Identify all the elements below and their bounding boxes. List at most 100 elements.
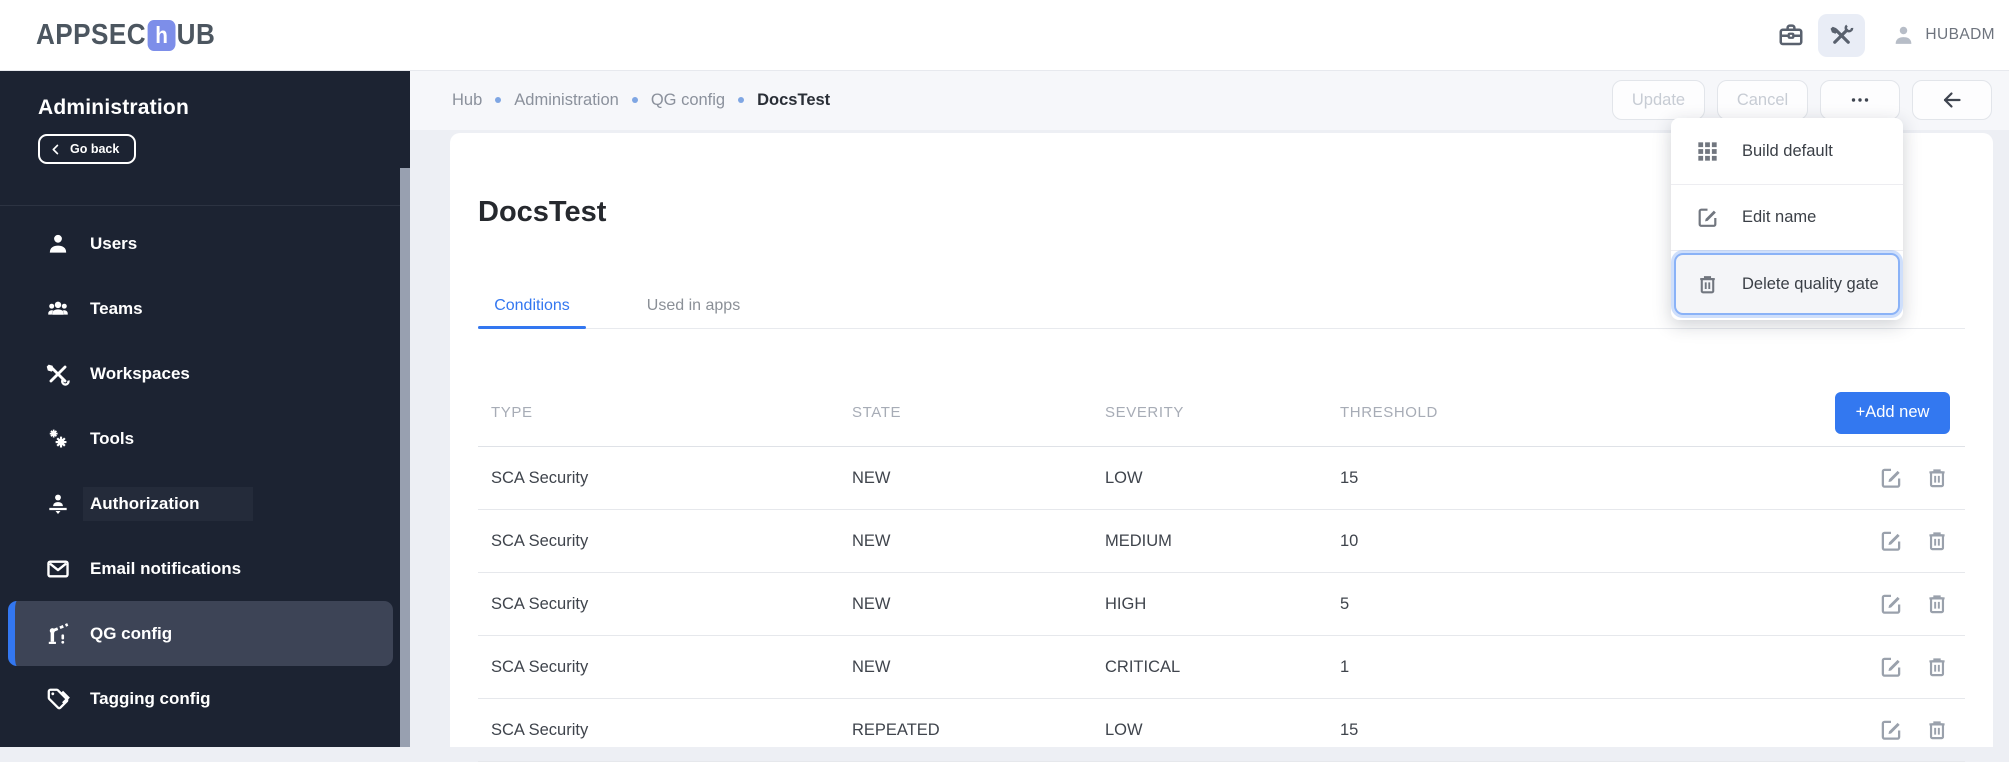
tab-used-in-apps[interactable]: Used in apps bbox=[616, 284, 771, 328]
cell-severity: LOW bbox=[1105, 720, 1143, 739]
tab-conditions[interactable]: Conditions bbox=[478, 284, 586, 329]
delete-row-button[interactable] bbox=[1924, 654, 1950, 680]
update-button[interactable]: Update bbox=[1612, 80, 1705, 120]
sidebar: Administration Go back Users Teams Workspa… bbox=[0, 70, 410, 747]
app-logo[interactable]: APPSEC h UB bbox=[36, 19, 215, 52]
sidebar-item-label: Authorization bbox=[90, 493, 246, 514]
row-actions bbox=[1820, 591, 1950, 617]
workspaces-icon bbox=[45, 361, 71, 387]
edit-row-button[interactable] bbox=[1878, 465, 1904, 491]
edit-icon bbox=[1695, 205, 1720, 230]
sidebar-item-qg-config[interactable]: QG config bbox=[8, 601, 393, 666]
add-new-button[interactable]: +Add new bbox=[1835, 391, 1950, 434]
cell-state: NEW bbox=[852, 594, 891, 613]
sidebar-item-label: Users bbox=[90, 233, 138, 253]
sidebar-item-authorization[interactable]: Authorization bbox=[0, 471, 410, 536]
delete-row-button[interactable] bbox=[1924, 465, 1950, 491]
mail-icon bbox=[45, 556, 71, 582]
gears-icon bbox=[45, 426, 71, 452]
logo-text-prefix: APPSEC bbox=[36, 18, 147, 51]
menu-item-edit-name[interactable]: Edit name bbox=[1671, 185, 1903, 250]
cell-type: SCA Security bbox=[491, 594, 589, 613]
edit-row-button[interactable] bbox=[1878, 717, 1904, 743]
edit-row-button[interactable] bbox=[1878, 654, 1904, 680]
sidebar-item-tagging-config[interactable]: Tagging config bbox=[0, 666, 410, 731]
sidebar-header: Administration Go back bbox=[0, 70, 410, 164]
authorization-icon bbox=[45, 491, 71, 517]
sidebar-scrollbar[interactable] bbox=[400, 168, 410, 747]
column-header-type: TYPE bbox=[491, 404, 533, 421]
sidebar-item-label: Email notifications bbox=[90, 558, 242, 578]
cell-threshold: 15 bbox=[1340, 468, 1359, 487]
tag-icon bbox=[45, 686, 71, 712]
cell-type: SCA Security bbox=[491, 720, 589, 739]
menu-item-build-default[interactable]: Build default bbox=[1671, 119, 1903, 184]
cell-severity: HIGH bbox=[1105, 594, 1147, 613]
cell-state: REPEATED bbox=[852, 720, 940, 739]
edit-row-button[interactable] bbox=[1878, 591, 1904, 617]
topbar-right: HUBADM bbox=[1776, 13, 1995, 57]
table-row: SCA Security NEW MEDIUM 10 bbox=[478, 510, 1965, 573]
delete-row-button[interactable] bbox=[1924, 717, 1950, 743]
ellipsis-icon bbox=[1848, 88, 1872, 112]
breadcrumb: Hub Administration QG config DocsTest bbox=[452, 91, 830, 110]
breadcrumb-item-hub[interactable]: Hub bbox=[452, 91, 482, 110]
menu-separator bbox=[1671, 250, 1903, 251]
tools-icon bbox=[1828, 22, 1855, 49]
cell-state: NEW bbox=[852, 531, 891, 550]
breadcrumb-item-administration[interactable]: Administration bbox=[514, 91, 619, 110]
menu-item-label: Edit name bbox=[1742, 208, 1817, 226]
sidebar-item-tools[interactable]: Tools bbox=[0, 406, 410, 471]
arrow-left-icon bbox=[1940, 88, 1964, 112]
sidebar-item-label: Workspaces bbox=[90, 363, 190, 383]
briefcase-icon[interactable] bbox=[1776, 20, 1806, 50]
cell-threshold: 5 bbox=[1340, 594, 1350, 613]
row-actions bbox=[1820, 654, 1950, 680]
sidebar-item-label: Teams bbox=[90, 298, 143, 318]
delete-row-button[interactable] bbox=[1924, 591, 1950, 617]
logo-text-suffix: UB bbox=[176, 18, 216, 51]
sidebar-item-email-notifications[interactable]: Email notifications bbox=[0, 536, 410, 601]
table-body: SCA Security NEW LOW 15 SCA Security NEW MEDIU… bbox=[478, 447, 1965, 762]
menu-item-label: Build default bbox=[1742, 142, 1833, 160]
sidebar-nav: Users Teams Workspaces Tools Authorization Em… bbox=[0, 211, 410, 731]
sidebar-item-teams[interactable]: Teams bbox=[0, 276, 410, 341]
cell-type: SCA Security bbox=[491, 657, 589, 676]
cell-state: NEW bbox=[852, 468, 891, 487]
cell-threshold: 10 bbox=[1340, 531, 1359, 550]
user-icon bbox=[45, 231, 71, 257]
tools-button[interactable] bbox=[1818, 13, 1866, 57]
grid-icon bbox=[1695, 139, 1720, 164]
more-actions-menu: Build default Edit name Delete quality gat… bbox=[1671, 118, 1903, 320]
more-actions-button[interactable] bbox=[1820, 80, 1900, 120]
user-name: HUBADM bbox=[1925, 26, 1995, 43]
sidebar-item-label: Tools bbox=[90, 428, 135, 448]
back-button[interactable] bbox=[1912, 80, 1992, 120]
delete-row-button[interactable] bbox=[1924, 528, 1950, 554]
cell-state: NEW bbox=[852, 657, 891, 676]
table-row: SCA Security REPEATED LOW 15 bbox=[478, 699, 1965, 762]
edit-row-button[interactable] bbox=[1878, 528, 1904, 554]
dot-separator-icon bbox=[738, 97, 745, 103]
menu-item-delete-quality-gate[interactable]: Delete quality gate bbox=[1676, 255, 1898, 313]
row-actions bbox=[1820, 717, 1950, 743]
top-bar: APPSEC h UB HUBADM bbox=[0, 0, 2009, 71]
go-back-button[interactable]: Go back bbox=[38, 134, 137, 164]
cell-severity: LOW bbox=[1105, 468, 1143, 487]
menu-item-label: Delete quality gate bbox=[1742, 274, 1879, 293]
sidebar-item-workspaces[interactable]: Workspaces bbox=[0, 341, 410, 406]
trash-icon bbox=[1695, 272, 1720, 297]
column-header-state: STATE bbox=[852, 404, 902, 421]
column-header-threshold: THRESHOLD bbox=[1340, 404, 1438, 421]
boom-gate-icon bbox=[45, 621, 71, 647]
sidebar-item-label: QG config bbox=[90, 623, 173, 643]
dot-separator-icon bbox=[631, 97, 638, 103]
user-menu[interactable]: HUBADM bbox=[1891, 23, 1995, 48]
sidebar-item-users[interactable]: Users bbox=[0, 211, 410, 276]
go-back-label: Go back bbox=[70, 142, 120, 156]
cancel-button[interactable]: Cancel bbox=[1717, 80, 1808, 120]
person-icon bbox=[1891, 23, 1916, 48]
breadcrumb-item-qg-config[interactable]: QG config bbox=[651, 91, 725, 110]
breadcrumb-current: DocsTest bbox=[757, 90, 831, 109]
cell-threshold: 1 bbox=[1340, 657, 1350, 676]
